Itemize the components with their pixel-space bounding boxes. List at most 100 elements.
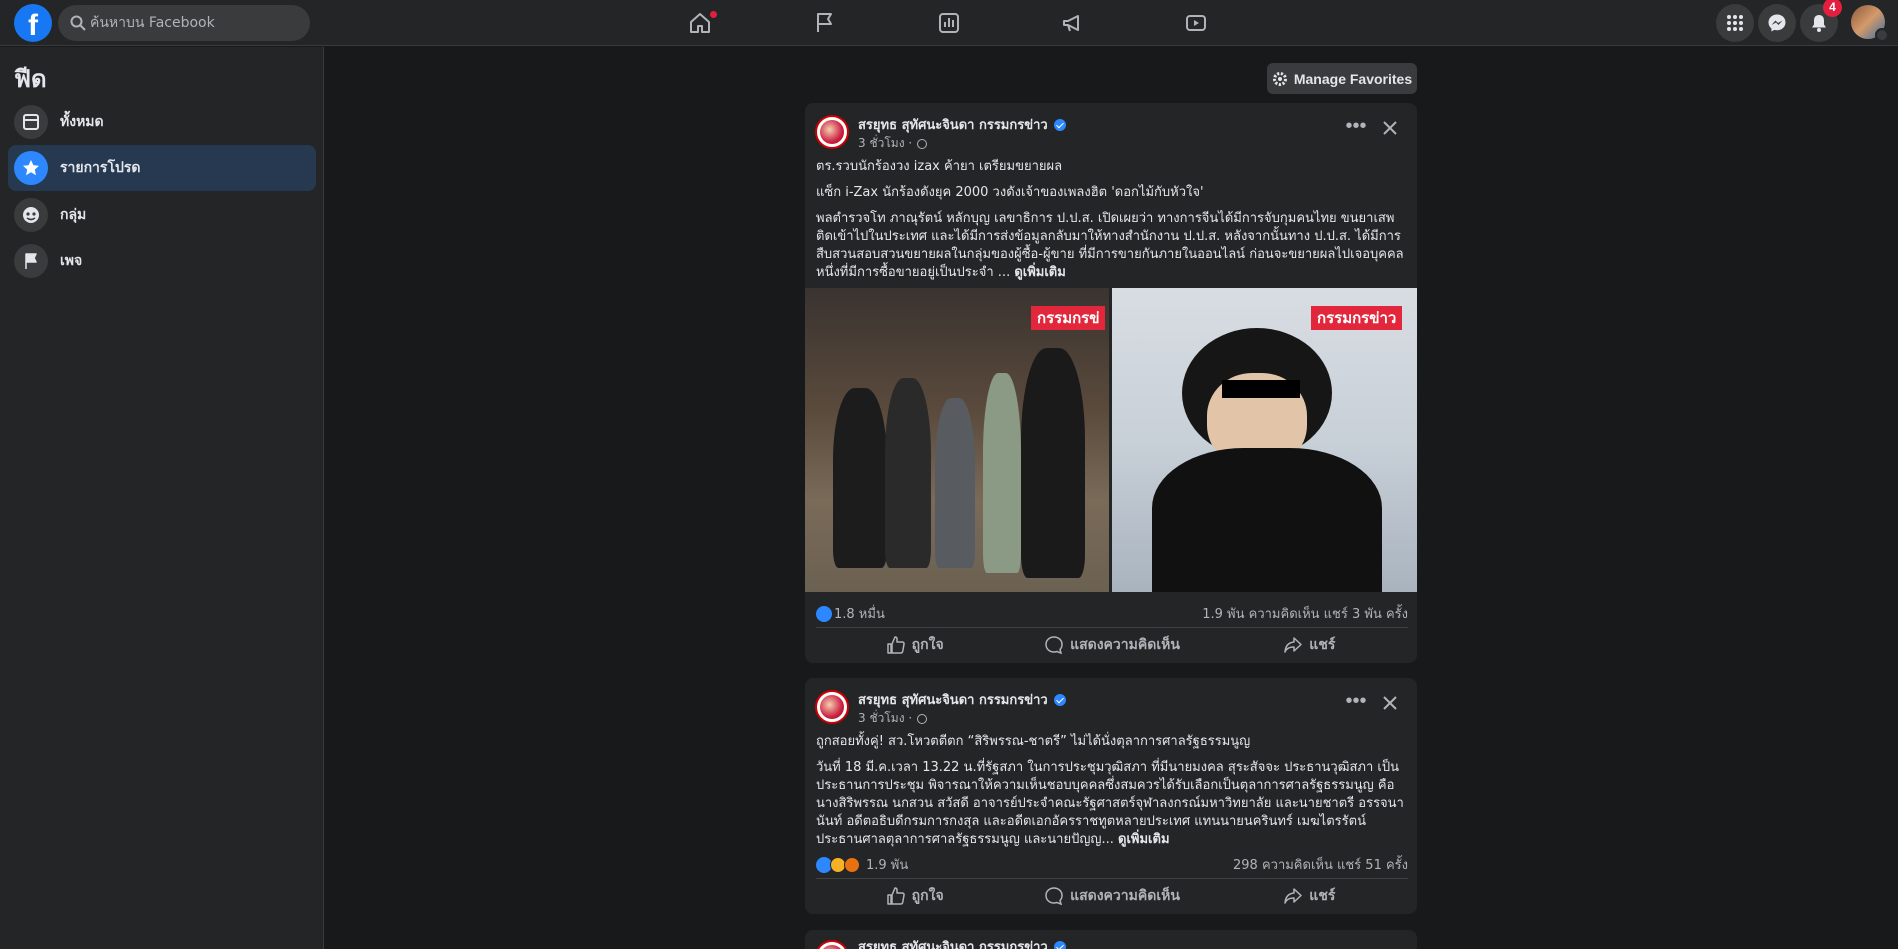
post-photo[interactable]: กรรมกรข่ (805, 288, 1109, 592)
post-author[interactable]: สรยุทธ สุทัศนะจินดา กรรมกรข่าว (858, 936, 1066, 949)
share-label: แชร์ (1309, 888, 1336, 904)
messenger-button[interactable] (1758, 4, 1796, 42)
groups-icon (14, 198, 48, 232)
sidebar-item-pages[interactable]: เพจ (8, 238, 316, 284)
search-box[interactable] (58, 5, 310, 41)
comment-share-counts[interactable]: 298 ความคิดเห็น แชร์ 51 ครั้ง (1233, 854, 1408, 875)
notifications-button[interactable]: 4 (1800, 0, 1842, 42)
nav-insights[interactable] (893, 6, 1005, 40)
bell-icon (1812, 15, 1826, 32)
sidebar-title: ฟีด (14, 65, 47, 93)
home-notification-dot (710, 11, 717, 18)
post-author-name[interactable]: สรยุทธ สุทัศนะจินดา กรรมกรข่าว (858, 936, 1048, 949)
angry-reaction-icon (844, 856, 860, 873)
post-options-button[interactable]: ••• (1342, 690, 1370, 718)
see-more-link[interactable]: ดูเพิ่มเติม (1118, 832, 1169, 847)
thumbs-up-icon (886, 636, 905, 654)
megaphone-icon (1063, 15, 1079, 32)
see-more-link[interactable]: ดูเพิ่มเติม (1014, 265, 1065, 280)
like-button[interactable]: ถูกใจ (816, 629, 1013, 661)
like-button[interactable]: ถูกใจ (816, 880, 1013, 912)
nav-pages[interactable] (769, 6, 881, 40)
nav-ads[interactable] (1017, 6, 1129, 40)
post-actions: ถูกใจ แสดงความคิดเห็น แชร์ (816, 629, 1408, 661)
censor-bar (1222, 380, 1300, 398)
search-input[interactable] (90, 5, 302, 41)
author-avatar[interactable] (815, 115, 849, 149)
feed-icon (14, 105, 48, 139)
manage-favorites-label: Manage Favorites (1293, 70, 1413, 87)
photo-figure (1152, 448, 1382, 592)
reaction-count[interactable]: 1.8 หมื่น (834, 603, 885, 624)
sidebar-item-label: กลุ่ม (60, 207, 87, 223)
share-button[interactable]: แชร์ (1211, 880, 1408, 912)
manage-favorites-button[interactable]: Manage Favorites (1267, 63, 1417, 94)
post-author[interactable]: สรยุทธ สุทัศนะจินดา กรรมกรข่าว (858, 114, 1066, 135)
comment-button[interactable]: แสดงความคิดเห็น (1013, 880, 1210, 912)
share-icon (1284, 888, 1303, 904)
sidebar-item-groups[interactable]: กลุ่ม (8, 192, 316, 238)
chart-icon (939, 13, 959, 33)
post-time-text[interactable]: 3 ชั่วโมง · (858, 709, 912, 728)
like-label: ถูกใจ (911, 637, 944, 653)
feed-post: สรยุทธ สุทัศนะจินดา กรรมกรข่าว (805, 930, 1417, 949)
author-avatar[interactable] (815, 690, 849, 724)
post-actions: ถูกใจ แสดงความคิดเห็น แชร์ (816, 880, 1408, 912)
account-avatar[interactable] (1851, 5, 1889, 42)
photo-watermark-tag: กรรมกรข่าว (1311, 306, 1403, 330)
nav-home[interactable] (644, 6, 756, 40)
post-text-line: ถูกสอยทั้งคู่! สว.โหวตตีตก “สิริพรรณ-ชาต… (816, 734, 1251, 749)
hide-post-button[interactable] (1375, 113, 1405, 143)
sidebar-item-all[interactable]: ทั้งหมด (8, 99, 316, 145)
messenger-icon (1768, 14, 1786, 32)
post-timestamp[interactable]: 3 ชั่วโมง · (858, 134, 928, 153)
post-time-text[interactable]: 3 ชั่วโมง · (858, 134, 912, 153)
globe-icon (917, 138, 928, 149)
sidebar-item-label: เพจ (60, 253, 83, 269)
reaction-summary[interactable]: 1.9 พัน (816, 854, 908, 875)
thumbs-up-icon (886, 887, 905, 905)
post-body: พลตำรวจโท ภาณุรัตน์ หลักบุญ เลขาธิการ ป.… (816, 210, 1408, 282)
photo-figure (885, 378, 931, 568)
post-stats: 1.9 พัน 298 ความคิดเห็น แชร์ 51 ครั้ง (816, 854, 1408, 874)
facebook-logo[interactable]: f (14, 4, 52, 42)
nav-watch[interactable] (1140, 6, 1252, 40)
video-icon (1186, 15, 1206, 31)
author-avatar[interactable] (815, 940, 849, 949)
post-timestamp[interactable]: 3 ชั่วโมง · (858, 709, 928, 728)
comment-share-counts[interactable]: 1.9 พัน ความคิดเห็น แชร์ 3 พัน ครั้ง (1202, 603, 1408, 624)
search-icon (70, 15, 86, 31)
photo-figure (1021, 348, 1085, 578)
sidebar-item-favorites[interactable]: รายการโปรด (8, 145, 316, 191)
post-photo[interactable]: กรรมกรข่าว (1112, 288, 1417, 592)
divider (816, 627, 1408, 628)
flag-icon (14, 244, 48, 278)
notification-count-badge: 4 (1823, 0, 1842, 17)
reaction-count[interactable]: 1.9 พัน (866, 854, 908, 875)
share-icon (1284, 637, 1303, 653)
photo-watermark-tag: กรรมกรข่ (1031, 306, 1106, 330)
post-body-text: วันที่ 18 มี.ค.เวลา 13.22 น.ที่รัฐสภา ใน… (816, 760, 1404, 847)
sidebar-item-label: รายการโปรด (60, 160, 141, 176)
post-text-line: แซ็ก i-Zax นักร้องดังยุค 2000 วงดังเจ้าข… (816, 185, 1204, 200)
star-icon (14, 151, 48, 185)
globe-icon (917, 713, 928, 724)
photo-figure (833, 388, 887, 568)
feed-post: สรยุทธ สุทัศนะจินดา กรรมกรข่าว 3 ชั่วโมง… (805, 103, 1417, 663)
comment-label: แสดงความคิดเห็น (1070, 637, 1180, 653)
share-button[interactable]: แชร์ (1211, 629, 1408, 661)
post-author-name[interactable]: สรยุทธ สุทัศนะจินดา กรรมกรข่าว (858, 114, 1048, 135)
comment-button[interactable]: แสดงความคิดเห็น (1013, 629, 1210, 661)
reaction-summary[interactable]: 1.8 หมื่น (816, 603, 885, 624)
like-reaction-icon (816, 605, 832, 622)
home-icon (690, 13, 710, 33)
photo-figure (983, 373, 1021, 573)
flag-icon (817, 13, 832, 32)
post-author-name[interactable]: สรยุทธ สุทัศนะจินดา กรรมกรข่าว (858, 689, 1048, 710)
hide-post-button[interactable] (1375, 688, 1405, 718)
post-author[interactable]: สรยุทธ สุทัศนะจินดา กรรมกรข่าว (858, 689, 1066, 710)
menu-button[interactable] (1716, 4, 1754, 42)
post-options-button[interactable]: ••• (1342, 115, 1370, 143)
chevron-down-icon (1875, 28, 1889, 42)
verified-badge-icon (1053, 940, 1066, 949)
